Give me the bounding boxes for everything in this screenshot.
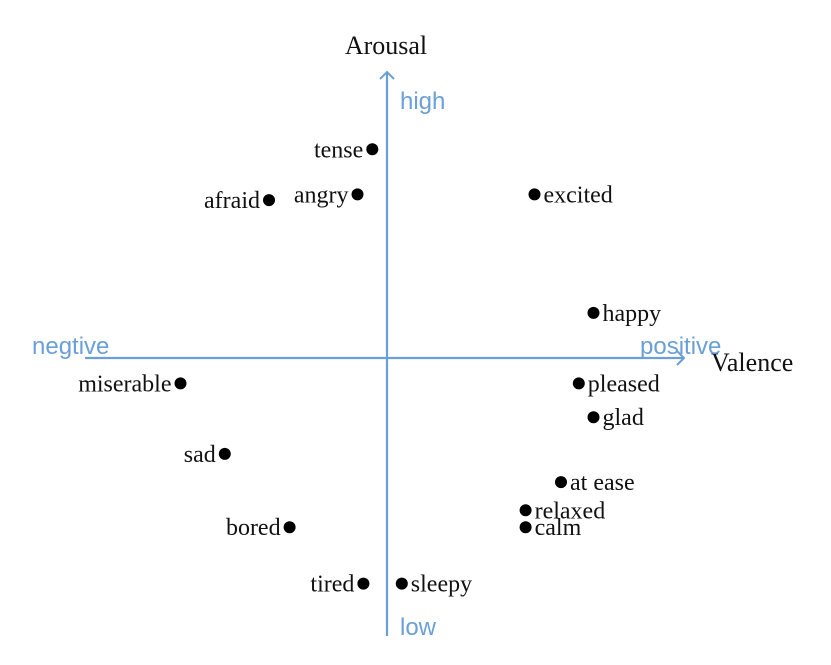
emotion-label: miserable <box>78 371 171 397</box>
emotion-point-angry: angry <box>294 182 364 208</box>
emotion-point-tired: tired <box>310 572 370 598</box>
emotion-label: angry <box>294 182 349 208</box>
emotion-label: at ease <box>570 470 635 496</box>
emotion-point-pleased: pleased <box>572 371 660 397</box>
emotion-point-glad: glad <box>587 405 644 431</box>
emotion-dot <box>555 476 567 489</box>
emotion-label: excited <box>544 182 613 208</box>
emotion-dot <box>519 521 532 534</box>
emotion-point-miserable: miserable <box>78 371 187 397</box>
emotion-point-happy: happy <box>587 301 662 327</box>
emotion-point-excited: excited <box>528 182 613 208</box>
emotion-dot <box>395 577 408 590</box>
axis-high-label: high <box>400 88 445 115</box>
valence-arousal-diagram: Arousal Valence high low negtive positiv… <box>32 31 793 641</box>
emotion-dot <box>587 411 600 424</box>
emotion-label: glad <box>603 405 644 431</box>
emotion-dot <box>174 377 187 390</box>
emotion-label: bored <box>226 515 281 541</box>
emotion-dot <box>283 521 296 534</box>
emotion-dot <box>351 188 364 201</box>
emotion-point-bored: bored <box>226 515 296 541</box>
emotion-point-sad: sad <box>184 442 231 468</box>
emotion-label: happy <box>603 301 662 327</box>
emotion-label: pleased <box>588 371 660 397</box>
axis-low-label: low <box>400 614 437 641</box>
emotion-label: sad <box>184 442 216 468</box>
emotion-dot <box>366 143 379 156</box>
emotion-dot <box>587 306 600 319</box>
emotion-point-sleepy: sleepy <box>395 572 472 598</box>
emotion-point-tense: tense <box>314 137 379 163</box>
emotion-points: tense angry afraid excited happy pleased glad m… <box>78 137 661 597</box>
valence-axis-title: Valence <box>711 348 793 377</box>
arousal-axis-title: Arousal <box>345 31 427 60</box>
emotion-label: tired <box>310 572 354 598</box>
emotion-label: calm <box>535 515 582 541</box>
axis-negative-label: negtive <box>32 333 109 360</box>
emotion-dot <box>218 447 231 460</box>
emotion-dot <box>528 188 541 201</box>
emotion-label: tense <box>314 137 363 163</box>
emotion-dot <box>519 504 532 517</box>
emotion-point-calm: calm <box>519 515 582 541</box>
emotion-label: afraid <box>204 188 260 214</box>
axis-positive-label: positive <box>640 333 721 360</box>
emotion-label: sleepy <box>411 572 472 598</box>
emotion-dot <box>357 577 370 590</box>
emotion-dot <box>572 377 585 390</box>
emotion-point-afraid: afraid <box>204 188 275 214</box>
emotion-point-at-ease: at ease <box>555 470 635 496</box>
emotion-dot <box>263 194 275 207</box>
